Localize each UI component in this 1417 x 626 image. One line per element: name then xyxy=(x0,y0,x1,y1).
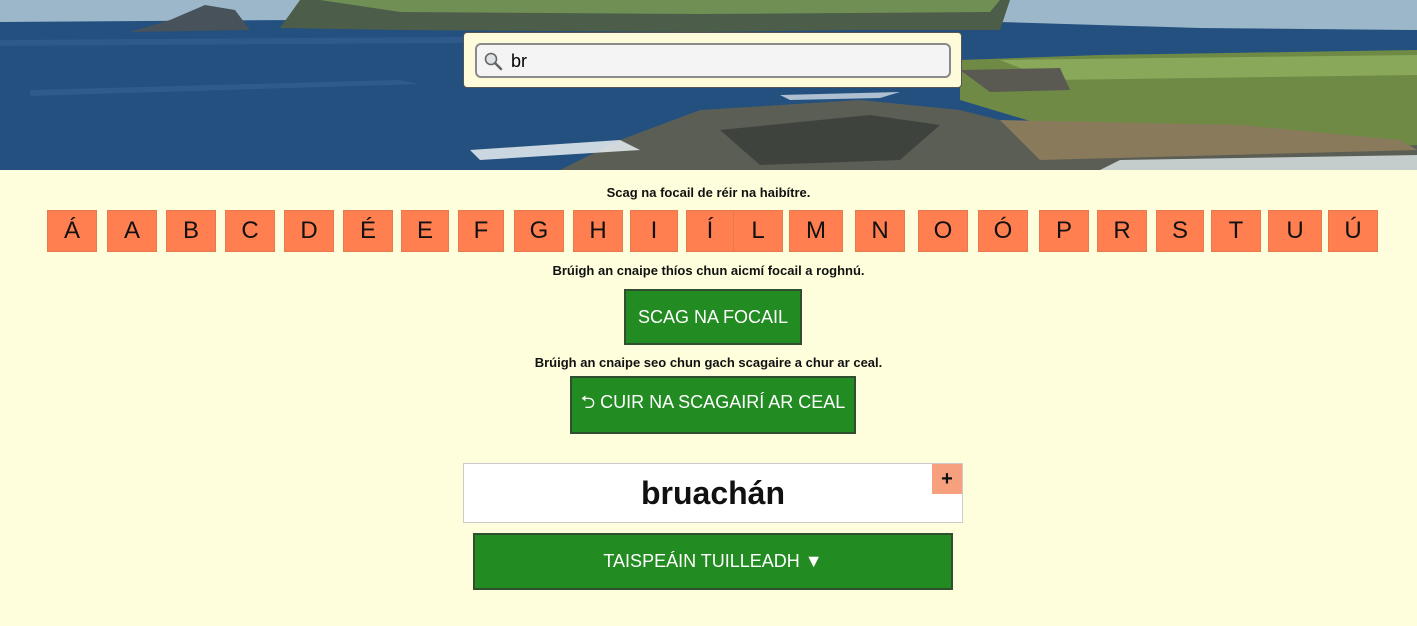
letter-button[interactable]: C xyxy=(225,210,275,252)
letter-button[interactable]: T xyxy=(1211,210,1261,252)
letter-button[interactable]: M xyxy=(789,210,843,252)
category-filter-caption: Brúigh an cnaipe thíos chun aicmí focail… xyxy=(552,263,865,278)
search-field[interactable] xyxy=(475,43,951,78)
alphabet-filter-bar: Á A B C D É E F G H I Í L M N O Ó P R S … xyxy=(47,210,1381,254)
letter-button[interactable]: R xyxy=(1097,210,1147,252)
expand-word-button[interactable]: + xyxy=(932,464,962,494)
letter-button[interactable]: F xyxy=(458,210,504,252)
letter-button[interactable]: G xyxy=(514,210,564,252)
letter-button[interactable]: É xyxy=(343,210,393,252)
filter-words-button[interactable]: SCAG NA FOCAIL xyxy=(624,289,802,345)
search-panel xyxy=(463,32,962,88)
letter-button[interactable]: A xyxy=(107,210,157,252)
letter-button[interactable]: Ó xyxy=(978,210,1028,252)
letter-button[interactable]: L xyxy=(733,210,783,252)
letter-button[interactable]: H xyxy=(573,210,623,252)
reset-filters-caption: Brúigh an cnaipe seo chun gach scagaire … xyxy=(534,355,883,370)
word-result-card: bruachán + xyxy=(463,463,963,523)
letter-button[interactable]: P xyxy=(1039,210,1089,252)
letter-button[interactable]: Á xyxy=(47,210,97,252)
word-title: bruachán xyxy=(640,474,786,511)
letter-button[interactable]: E xyxy=(401,210,449,252)
search-icon xyxy=(484,52,503,71)
letter-button[interactable]: Ú xyxy=(1328,210,1378,252)
letter-button[interactable]: I xyxy=(630,210,678,252)
letter-button[interactable]: N xyxy=(855,210,905,252)
letter-button[interactable]: U xyxy=(1268,210,1322,252)
letter-button[interactable]: O xyxy=(918,210,968,252)
letter-button[interactable]: S xyxy=(1156,210,1204,252)
show-more-button[interactable]: TAISPEÁIN TUILLEADH ▼ xyxy=(473,533,953,590)
reset-filters-button[interactable]: ⮌ CUIR NA SCAGAIRÍ AR CEAL xyxy=(570,376,856,434)
letter-button[interactable]: Í xyxy=(686,210,734,252)
letter-button[interactable]: B xyxy=(166,210,216,252)
search-input[interactable] xyxy=(511,49,931,73)
letter-button[interactable]: D xyxy=(284,210,334,252)
alphabet-filter-caption: Scag na focail de réir na haibítre. xyxy=(606,185,811,200)
